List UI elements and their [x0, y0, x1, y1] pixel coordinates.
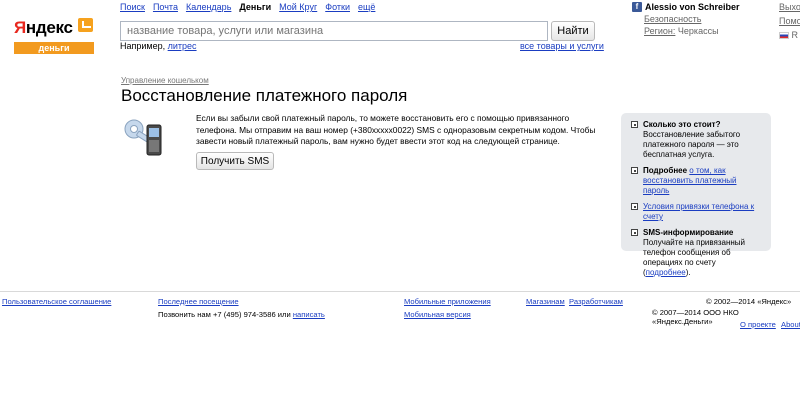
get-sms-button[interactable]: Получить SMS — [196, 152, 274, 170]
phone-binding-terms-link[interactable]: Условия привязки телефона к счету — [643, 202, 754, 221]
shops-link[interactable]: Магазинам — [526, 297, 565, 306]
footer-divider — [0, 291, 800, 292]
cost-info: Сколько это стоит? Восстановление забыто… — [631, 120, 765, 160]
nav-money: Деньги — [239, 2, 272, 12]
header-right: Выход Помощ R — [779, 2, 800, 44]
russian-flag-icon — [779, 32, 789, 40]
sms-more-link[interactable]: подробнее — [646, 268, 686, 277]
instructions-text: Если вы забыли свой платежный пароль, то… — [196, 113, 596, 146]
mobile-version-link[interactable]: Мобильная версия — [404, 310, 471, 319]
mobile-apps-link[interactable]: Мобильные приложения — [404, 297, 491, 306]
nav-more[interactable]: ещё — [358, 2, 375, 12]
yandex-money-logo[interactable]: Яндекс деньги — [14, 18, 94, 56]
phone-key-icon — [124, 119, 162, 156]
nav-search[interactable]: Поиск — [120, 2, 145, 12]
last-visit-link[interactable]: Последнее посещение — [158, 297, 239, 306]
exit-link[interactable]: Выход — [779, 2, 800, 12]
all-goods-link[interactable]: все товары и услуги — [520, 41, 604, 51]
about-link[interactable]: About — [781, 320, 800, 329]
info-icon — [631, 167, 638, 174]
developers-link[interactable]: Разработчикам — [569, 297, 623, 306]
write-us-link[interactable]: написать — [293, 310, 325, 319]
search-example-link[interactable]: литрес — [168, 41, 197, 51]
contact-info: Позвонить нам +7 (495) 974-3586 или напи… — [158, 310, 325, 319]
nav-mail[interactable]: Почта — [153, 2, 178, 12]
facebook-icon: f — [632, 2, 642, 12]
copyright-money: © 2007—2014 ООО НКО «Яндекс.Деньги» — [652, 308, 739, 326]
search-input[interactable] — [120, 21, 548, 41]
sms-info: SMS-информирование Получайте на привязан… — [631, 228, 765, 278]
logo-wordmark: Яндекс — [14, 18, 73, 37]
language-switcher[interactable]: R — [779, 30, 800, 44]
user-agreement-link[interactable]: Пользовательское соглашение — [2, 297, 111, 306]
info-icon — [631, 203, 638, 210]
nav-photos[interactable]: Фотки — [325, 2, 350, 12]
info-panel: Сколько это стоит? Восстановление забыто… — [621, 113, 771, 277]
page-title: Восстановление платежного пароля — [121, 86, 408, 105]
search-button[interactable]: Найти — [551, 21, 595, 41]
user-account[interactable]: f Alessio von Schreiber — [632, 2, 752, 12]
more-info: Подробнее о том, как восстановить платеж… — [631, 166, 765, 196]
copyright-yandex: © 2002—2014 «Яндекс» — [706, 297, 792, 306]
nav-moikrug[interactable]: Мой Круг — [279, 2, 317, 12]
binding-info: Условия привязки телефона к счету — [631, 202, 765, 222]
search-example: Например, литрес — [120, 41, 197, 51]
breadcrumb[interactable]: Управление кошельком — [121, 76, 209, 85]
user-name[interactable]: Alessio von Schreiber — [645, 2, 740, 12]
user-block: f Alessio von Schreiber Безопасность Рег… — [632, 2, 752, 36]
help-link[interactable]: Помощ — [779, 16, 800, 26]
services-nav: Поиск Почта Календарь Деньги Мой Круг Фо… — [120, 2, 375, 12]
region: Регион: Черкассы — [644, 26, 719, 36]
about-project-link[interactable]: О проекте — [740, 320, 776, 329]
security-link[interactable]: Безопасность — [644, 14, 701, 24]
nav-calendar[interactable]: Календарь — [186, 2, 231, 12]
wallet-icon — [78, 18, 93, 32]
logo-subtitle: деньги — [14, 42, 94, 54]
info-icon — [631, 121, 638, 128]
info-icon — [631, 229, 638, 236]
